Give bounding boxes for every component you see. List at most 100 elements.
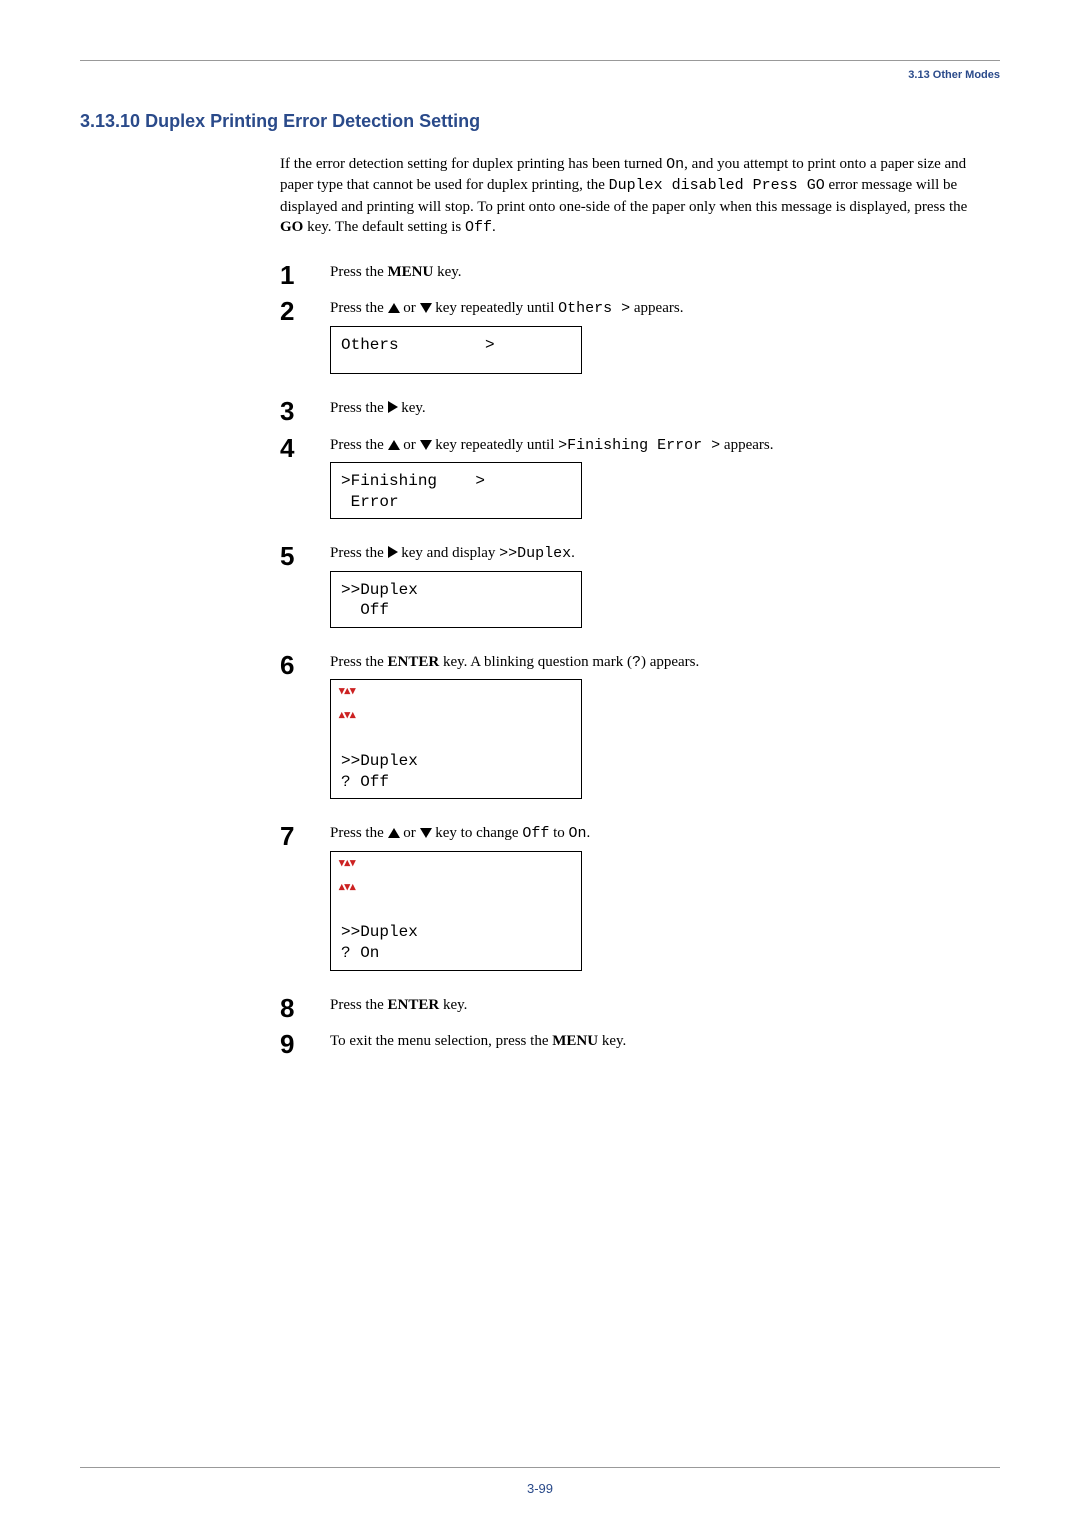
step-3: 3 Press the key. — [280, 398, 980, 424]
step-text: key repeatedly until — [432, 437, 559, 453]
step-body: Press the key and display >>Duplex. >>Du… — [330, 543, 980, 642]
lcd-display: ▾▴▾ ▴▾▴ >>Duplex ? On — [330, 851, 582, 971]
step-text: Press the — [330, 825, 388, 841]
blink-icon: ▴▾▴ — [339, 882, 356, 894]
breadcrumb: 3.13 Other Modes — [80, 69, 1000, 81]
step-text: appears. — [630, 300, 683, 316]
step-7: 7 Press the or key to change Off to On. … — [280, 823, 980, 984]
lcd-line: >Finishing > — [341, 472, 485, 490]
step-2: 2 Press the or key repeatedly until Othe… — [280, 298, 980, 388]
up-arrow-icon — [388, 303, 400, 313]
page-number: 3-99 — [0, 1481, 1080, 1496]
section-title-text: Duplex Printing Error Detection Setting — [145, 111, 480, 131]
footer-rule — [80, 1467, 1000, 1468]
step-number: 6 — [280, 652, 330, 678]
intro-paragraph: If the error detection setting for duple… — [280, 154, 980, 238]
step-text: Press the — [330, 997, 388, 1013]
step-body: To exit the menu selection, press the ME… — [330, 1031, 980, 1057]
step-text: To exit the menu selection, press the — [330, 1033, 552, 1049]
step-text: or — [400, 437, 420, 453]
header-rule — [80, 60, 1000, 61]
step-text: Press the — [330, 400, 388, 416]
display-value: >Finishing Error > — [558, 437, 720, 454]
step-text: key. — [598, 1033, 626, 1049]
step-5: 5 Press the key and display >>Duplex. >>… — [280, 543, 980, 642]
intro-text: . — [492, 219, 496, 235]
step-number: 5 — [280, 543, 330, 569]
step-number: 7 — [280, 823, 330, 849]
lcd-display: >>Duplex Off — [330, 571, 582, 629]
step-4: 4 Press the or key repeatedly until >Fin… — [280, 435, 980, 534]
step-text: Press the — [330, 545, 388, 561]
right-arrow-icon — [388, 546, 398, 558]
intro-code-on: On — [666, 156, 684, 173]
key-enter: ENTER — [388, 997, 440, 1013]
step-text: Press the — [330, 264, 388, 280]
step-text: key repeatedly until — [432, 300, 559, 316]
step-text: key. — [439, 997, 467, 1013]
lcd-line: Error — [341, 493, 399, 511]
display-value: On — [569, 825, 587, 842]
section-number: 3.13.10 — [80, 111, 140, 131]
step-body: Press the ENTER key. A blinking question… — [330, 652, 980, 813]
step-9: 9 To exit the menu selection, press the … — [280, 1031, 980, 1057]
lcd-line: Off — [341, 601, 389, 619]
intro-text: key. The default setting is — [303, 219, 465, 235]
intro-text: If the error detection setting for duple… — [280, 156, 666, 172]
lcd-display: ▾▴▾ ▴▾▴ >>Duplex ? Off — [330, 679, 582, 799]
lcd-line: ? Off — [341, 773, 389, 791]
step-body: Press the ENTER key. — [330, 995, 980, 1021]
display-value: Others > — [558, 300, 630, 317]
step-text: Press the — [330, 300, 388, 316]
down-arrow-icon — [420, 303, 432, 313]
intro-code-err: Duplex disabled Press GO — [609, 177, 825, 194]
step-text: key. — [398, 400, 426, 416]
step-body: Press the or key repeatedly until >Finis… — [330, 435, 980, 534]
down-arrow-icon — [420, 440, 432, 450]
step-body: Press the key. — [330, 398, 980, 424]
step-number: 9 — [280, 1031, 330, 1057]
up-arrow-icon — [388, 440, 400, 450]
key-go: GO — [280, 219, 303, 235]
page: 3.13 Other Modes 3.13.10 Duplex Printing… — [0, 0, 1080, 1528]
step-number: 4 — [280, 435, 330, 461]
up-arrow-icon — [388, 828, 400, 838]
step-text: . — [571, 545, 575, 561]
key-enter: ENTER — [388, 654, 440, 670]
display-value: ? — [632, 654, 641, 671]
display-value: >>Duplex — [499, 545, 571, 562]
step-text: or — [400, 300, 420, 316]
blink-icon: ▾▴▾ — [339, 858, 356, 870]
step-6: 6 Press the ENTER key. A blinking questi… — [280, 652, 980, 813]
key-menu: MENU — [388, 264, 434, 280]
section-heading: 3.13.10 Duplex Printing Error Detection … — [80, 111, 1000, 132]
step-text: . — [587, 825, 591, 841]
down-arrow-icon — [420, 828, 432, 838]
key-menu: MENU — [552, 1033, 598, 1049]
step-8: 8 Press the ENTER key. — [280, 995, 980, 1021]
step-text: ) appears. — [641, 654, 699, 670]
step-text: Press the — [330, 437, 388, 453]
step-body: Press the or key to change Off to On. ▾▴… — [330, 823, 980, 984]
step-number: 2 — [280, 298, 330, 324]
step-text: to — [549, 825, 568, 841]
right-arrow-icon — [388, 401, 398, 413]
lcd-display: >Finishing > Error — [330, 462, 582, 520]
step-body: Press the or key repeatedly until Others… — [330, 298, 980, 388]
display-value: Off — [522, 825, 549, 842]
step-text: Press the — [330, 654, 388, 670]
step-1: 1 Press the MENU key. — [280, 262, 980, 288]
step-text: key to change — [432, 825, 523, 841]
lcd-display: Others > — [330, 326, 582, 375]
step-text: key. A blinking question mark ( — [439, 654, 632, 670]
blink-icon: ▾▴▾ — [339, 686, 356, 698]
step-list: 1 Press the MENU key. 2 Press the or key… — [280, 262, 980, 1057]
step-text: key and display — [398, 545, 500, 561]
intro-code-off: Off — [465, 219, 492, 236]
lcd-line: >>Duplex — [341, 581, 418, 599]
step-body: Press the MENU key. — [330, 262, 980, 288]
lcd-line: Others > — [341, 336, 495, 354]
lcd-line: >>Duplex — [341, 923, 418, 941]
blink-icon: ▴▾▴ — [339, 710, 356, 722]
step-number: 8 — [280, 995, 330, 1021]
